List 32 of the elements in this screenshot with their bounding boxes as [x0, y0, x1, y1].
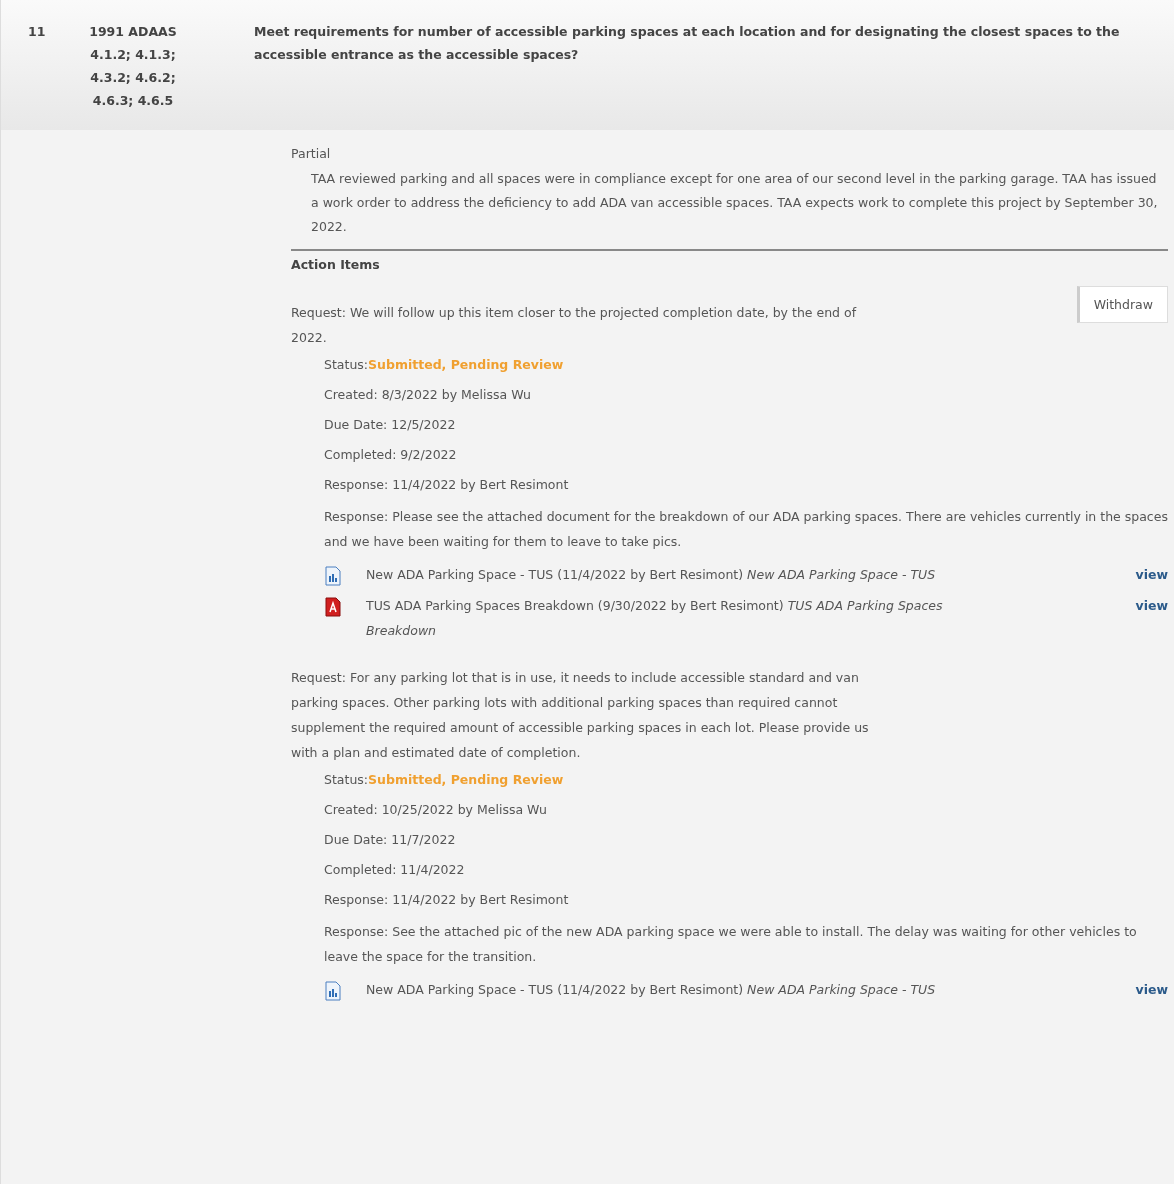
view-link[interactable]: view — [1135, 977, 1168, 1002]
status-label: Status: — [324, 772, 369, 787]
attachment-text: New ADA Parking Space - TUS (11/4/2022 by Bert Resimont) New ADA Parking Space - TUS — [366, 981, 937, 999]
reference-code: 1991 ADAAS 4.1.2; 4.1.3; 4.3.2; 4.6.2; 4.6.3; 4.6.5 — [88, 23, 178, 110]
detail-text: Completed: 9/2/2022 — [324, 446, 458, 464]
status-value: Submitted, Pending Review — [368, 772, 564, 787]
image-file-icon — [324, 981, 342, 1001]
detail-text: Response: 11/4/2022 by Bert Resimont — [324, 476, 570, 494]
request-text: Request: For any parking lot that is in use, it needs to include accessible standard and van parking spaces. Other parking lots with additional parking spaces than required cannot supplement the required amount of accessible parking spaces in each lot. Please provide us with a plan and estimated date of completion. — [291, 669, 870, 762]
detail-text: Created: 8/3/2022 by Melissa Wu — [324, 386, 532, 404]
attachment-text: TUS ADA Parking Spaces Breakdown (9/30/2022 by Bert Resimont) TUS ADA Parking Spaces Breakdown — [366, 597, 944, 640]
view-link[interactable]: view — [1135, 593, 1168, 618]
image-file-icon — [324, 566, 342, 586]
attachment-text: New ADA Parking Space - TUS (11/4/2022 by Bert Resimont) New ADA Parking Space - TUS — [366, 566, 937, 584]
answer-comment: TAA reviewed parking and all spaces were in compliance except for one area of our second level in the parking garage. TAA has issued a work order to address the deficiency to add ADA van accessible spaces. TAA expects work to complete this project by September 30, 2022. — [310, 170, 1159, 236]
detail-text: Completed: 11/4/2022 — [324, 861, 466, 879]
view-link[interactable]: view — [1135, 562, 1168, 587]
status-value: Submitted, Pending Review — [368, 357, 564, 372]
detail-text: Due Date: 12/5/2022 — [324, 416, 457, 434]
withdraw-button[interactable]: Withdraw — [1076, 286, 1168, 323]
pdf-file-icon — [324, 597, 342, 617]
detail-text: Response: 11/4/2022 by Bert Resimont — [324, 891, 570, 909]
detail-text: Due Date: 11/7/2022 — [324, 831, 457, 849]
request-text: Request: We will follow up this item closer to the projected completion date, by the end of 2022. — [291, 304, 858, 347]
section-title: Action Items — [291, 257, 381, 272]
question-number: 11 — [27, 23, 47, 41]
response-text: Response: Please see the attached document for the breakdown of our ADA parking spaces. There are vehicles currently in the spaces and we have been waiting for them to leave to take pics. — [324, 508, 1168, 551]
response-text: Response: See the attached pic of the new ADA parking space we were able to install. The delay was waiting for other vehicles to leave the space for the transition. — [324, 923, 1138, 966]
question-text: Meet requirements for number of accessible parking spaces at each location and for designating the closest spaces to the accessible entrance as the accessible spaces? — [254, 23, 1121, 64]
detail-text: Created: 10/25/2022 by Melissa Wu — [324, 801, 548, 819]
status-label: Status: — [324, 357, 369, 372]
rating-text: Partial — [291, 146, 332, 161]
